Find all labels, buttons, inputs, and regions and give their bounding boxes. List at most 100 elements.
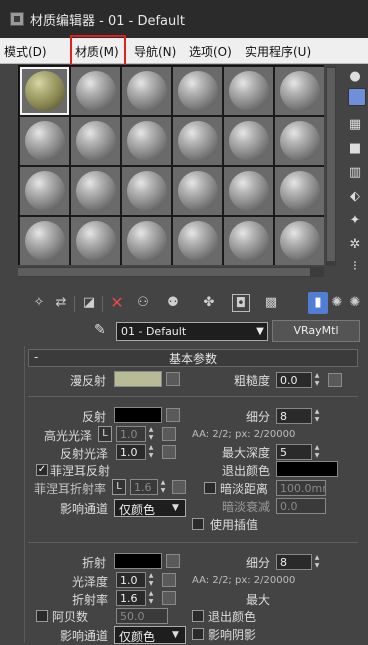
abbe-spinner[interactable]: 50.0	[116, 608, 168, 624]
sample-slot[interactable]	[224, 167, 273, 215]
dim-falloff-spinner[interactable]: 0.0	[276, 498, 326, 514]
backlight-icon[interactable]	[348, 88, 366, 106]
show-shaded-in-viewport-icon[interactable]: ◘	[232, 294, 250, 312]
sample-slot[interactable]	[122, 167, 171, 215]
sample-slot[interactable]	[173, 67, 222, 115]
fresnel-checkbox[interactable]: ✓	[36, 464, 48, 476]
material-id-channel-icon[interactable]: ✤	[200, 294, 218, 312]
spinner-arrows-icon[interactable]: ▲ ▼	[147, 444, 155, 460]
spinner-arrows-icon[interactable]: ▲ ▼	[313, 408, 321, 424]
sample-slot[interactable]	[20, 117, 69, 165]
reset-map-icon[interactable]: ✕	[108, 294, 126, 312]
affect-shadows-checkbox[interactable]	[192, 628, 204, 640]
sample-slot[interactable]	[71, 167, 120, 215]
refract-glossiness-spinner[interactable]: 1.0	[116, 572, 146, 588]
spinner-arrows-icon[interactable]: ▲ ▼	[313, 554, 321, 570]
spinner-arrows-icon[interactable]: ▲ ▼	[147, 590, 155, 606]
material-icon[interactable]: ✺	[346, 294, 364, 312]
refract-glossiness-map-button[interactable]	[162, 573, 176, 587]
reflect-max-depth-spinner[interactable]: 5	[276, 444, 312, 460]
abbe-checkbox[interactable]	[36, 610, 48, 622]
sample-slot[interactable]	[71, 67, 120, 115]
refract-color-swatch[interactable]	[114, 553, 162, 569]
fresnel-ior-lock-button[interactable]: L	[112, 479, 126, 495]
dim-distance-checkbox[interactable]	[204, 482, 216, 494]
reflect-map-button[interactable]	[166, 408, 180, 422]
ior-spinner[interactable]: 1.6	[116, 590, 146, 606]
make-unique-icon[interactable]: ⚇	[134, 294, 152, 312]
assign-to-selection-icon[interactable]: ◪	[80, 294, 98, 312]
sample-slot[interactable]	[173, 167, 222, 215]
use-interpolation-checkbox[interactable]	[192, 518, 204, 530]
fresnel-ior-map-button[interactable]	[172, 480, 186, 494]
sample-slots-vscroll-thumb[interactable]	[327, 68, 335, 261]
material-name-field[interactable]: 01 - Default	[116, 322, 268, 341]
sample-slot[interactable]	[275, 167, 324, 215]
ior-map-button[interactable]	[162, 591, 176, 605]
background-icon[interactable]: ▦	[346, 116, 364, 134]
refract-label: 折射	[81, 556, 106, 570]
sample-slot[interactable]	[224, 117, 273, 165]
eyedropper-icon[interactable]: ✎	[94, 322, 106, 338]
exit-color-swatch[interactable]	[276, 461, 338, 477]
refl-glossiness-map-button[interactable]	[162, 445, 176, 459]
material-map-navigator-icon[interactable]: ⁝	[346, 258, 364, 276]
hilight-glossiness-spinner[interactable]: 1.0	[116, 426, 146, 442]
sample-slot[interactable]	[122, 117, 171, 165]
menu-options[interactable]: 选项(O)	[189, 43, 232, 60]
sample-slot[interactable]	[275, 117, 324, 165]
spinner-arrows-icon[interactable]: ▲ ▼	[147, 572, 155, 588]
dim-distance-spinner[interactable]: 100.0mm	[276, 480, 326, 496]
sample-type-icon[interactable]: ●	[346, 68, 364, 86]
hilight-map-button[interactable]	[162, 427, 176, 441]
spinner-arrows-icon[interactable]: ▲ ▼	[147, 426, 155, 442]
sample-slot[interactable]	[275, 67, 324, 115]
reflect-color-swatch[interactable]	[114, 407, 162, 423]
sample-slot[interactable]	[122, 67, 171, 115]
menu-utilities[interactable]: 实用程序(U)	[245, 43, 311, 60]
refract-exit-color-checkbox[interactable]	[192, 610, 204, 622]
get-material-icon[interactable]: ✧	[30, 294, 48, 312]
sample-slots-hscroll-thumb[interactable]	[18, 268, 310, 276]
fresnel-ior-spinner[interactable]: 1.6	[130, 479, 158, 495]
go-to-parent-icon[interactable]: ▮	[309, 294, 327, 312]
show-end-result-icon[interactable]: ▩	[262, 294, 280, 312]
refract-subdivs-spinner[interactable]: 8	[276, 554, 312, 570]
sample-slot[interactable]	[71, 217, 120, 265]
chevron-down-icon[interactable]: ▼	[172, 503, 179, 513]
refl-glossiness-spinner[interactable]: 1.0	[116, 444, 146, 460]
chevron-down-icon[interactable]: ▼	[172, 630, 179, 640]
put-to-scene-icon[interactable]: ⇄	[52, 294, 70, 312]
reflect-subdivs-spinner[interactable]: 8	[276, 408, 312, 424]
go-forward-to-sibling-icon[interactable]: ✺	[328, 294, 346, 312]
sample-slot[interactable]	[224, 67, 273, 115]
select-by-material-icon[interactable]: ✲	[346, 236, 364, 254]
spinner-arrows-icon[interactable]: ▲ ▼	[159, 479, 167, 495]
diffuse-color-swatch[interactable]	[114, 371, 162, 387]
sample-slot[interactable]	[173, 217, 222, 265]
sample-slot[interactable]	[20, 167, 69, 215]
put-to-library-icon[interactable]: ⚉	[164, 294, 182, 312]
options-icon[interactable]: ✦	[346, 212, 364, 230]
roughness-spinner[interactable]: 0.0	[276, 372, 312, 388]
chevron-down-icon[interactable]: ▼	[252, 322, 268, 341]
sample-uv-tiling-icon[interactable]: ■	[346, 140, 364, 158]
menu-mode[interactable]: 模式(D)	[4, 43, 47, 60]
make-preview-icon[interactable]: ⬖	[346, 188, 364, 206]
diffuse-map-button[interactable]	[166, 372, 180, 386]
menu-navigation[interactable]: 导航(N)	[134, 43, 176, 60]
roughness-map-button[interactable]	[328, 373, 342, 387]
sample-slot[interactable]	[122, 217, 171, 265]
spinner-arrows-icon[interactable]: ▲ ▼	[313, 444, 321, 460]
spinner-arrows-icon[interactable]: ▲ ▼	[313, 372, 321, 388]
sample-slot[interactable]	[173, 117, 222, 165]
sample-slot[interactable]	[71, 117, 120, 165]
sample-slot[interactable]	[20, 217, 69, 265]
hilight-lock-button[interactable]: L	[98, 426, 112, 442]
sample-slot[interactable]	[224, 217, 273, 265]
material-type-button[interactable]: VRayMtl	[272, 320, 360, 342]
video-color-check-icon[interactable]: ▥	[346, 164, 364, 182]
sample-slot[interactable]	[20, 67, 69, 115]
refract-map-button[interactable]	[166, 554, 180, 568]
sample-slot[interactable]	[275, 217, 324, 265]
